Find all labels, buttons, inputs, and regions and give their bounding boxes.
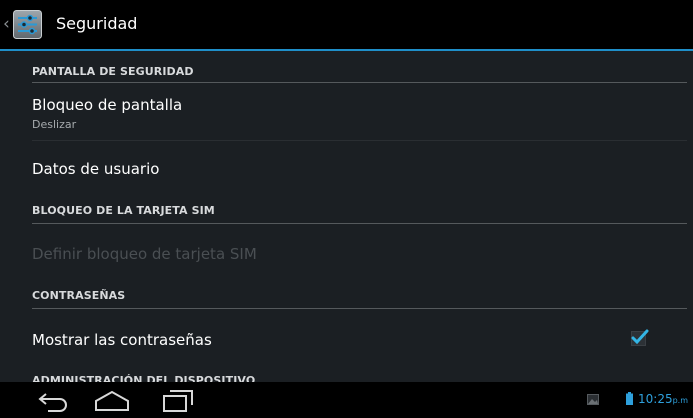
section-header-label: PANTALLA DE SEGURIDAD — [32, 65, 194, 78]
back-icon[interactable] — [37, 390, 69, 412]
section-header-label: ADMINISTRACIÓN DEL DISPOSITIVO — [32, 374, 256, 382]
clock-time: 10:25 — [638, 392, 673, 406]
section-header-bloqueo-sim: BLOQUEO DE LA TARJETA SIM — [32, 204, 687, 224]
back-caret-icon[interactable]: ‹ — [3, 16, 10, 33]
gallery-image-icon — [587, 394, 599, 405]
item-title: Definir bloqueo de tarjeta SIM — [32, 245, 257, 263]
item-summary: Deslizar — [32, 118, 77, 131]
settings-list[interactable]: PANTALLA DE SEGURIDAD Bloqueo de pantall… — [0, 51, 693, 382]
home-icon[interactable] — [94, 390, 130, 412]
item-title: Datos de usuario — [32, 160, 160, 178]
status-clock: 10:25p.m — [638, 392, 688, 406]
section-divider — [32, 82, 687, 83]
section-header-pantalla-seguridad: PANTALLA DE SEGURIDAD — [32, 65, 687, 83]
show-passwords-checkbox[interactable] — [631, 329, 649, 346]
item-title: Mostrar las contraseñas — [32, 331, 212, 349]
battery-icon — [626, 392, 633, 405]
section-header-contrasenas: CONTRASEÑAS — [32, 289, 687, 309]
section-divider — [32, 223, 687, 224]
recent-apps-icon[interactable] — [162, 390, 194, 412]
section-header-label: CONTRASEÑAS — [32, 289, 126, 302]
item-divider — [32, 140, 687, 141]
action-bar: ‹ Seguridad — [0, 0, 693, 51]
section-header-administracion: ADMINISTRACIÓN DEL DISPOSITIVO — [32, 374, 687, 382]
checkmark-icon — [631, 329, 649, 345]
clock-ampm: p.m — [672, 396, 689, 405]
page-title[interactable]: Seguridad — [56, 14, 137, 34]
section-header-label: BLOQUEO DE LA TARJETA SIM — [32, 204, 215, 217]
settings-sliders-icon[interactable] — [13, 10, 42, 39]
item-title: Bloqueo de pantalla — [32, 96, 183, 114]
section-divider — [32, 308, 687, 309]
